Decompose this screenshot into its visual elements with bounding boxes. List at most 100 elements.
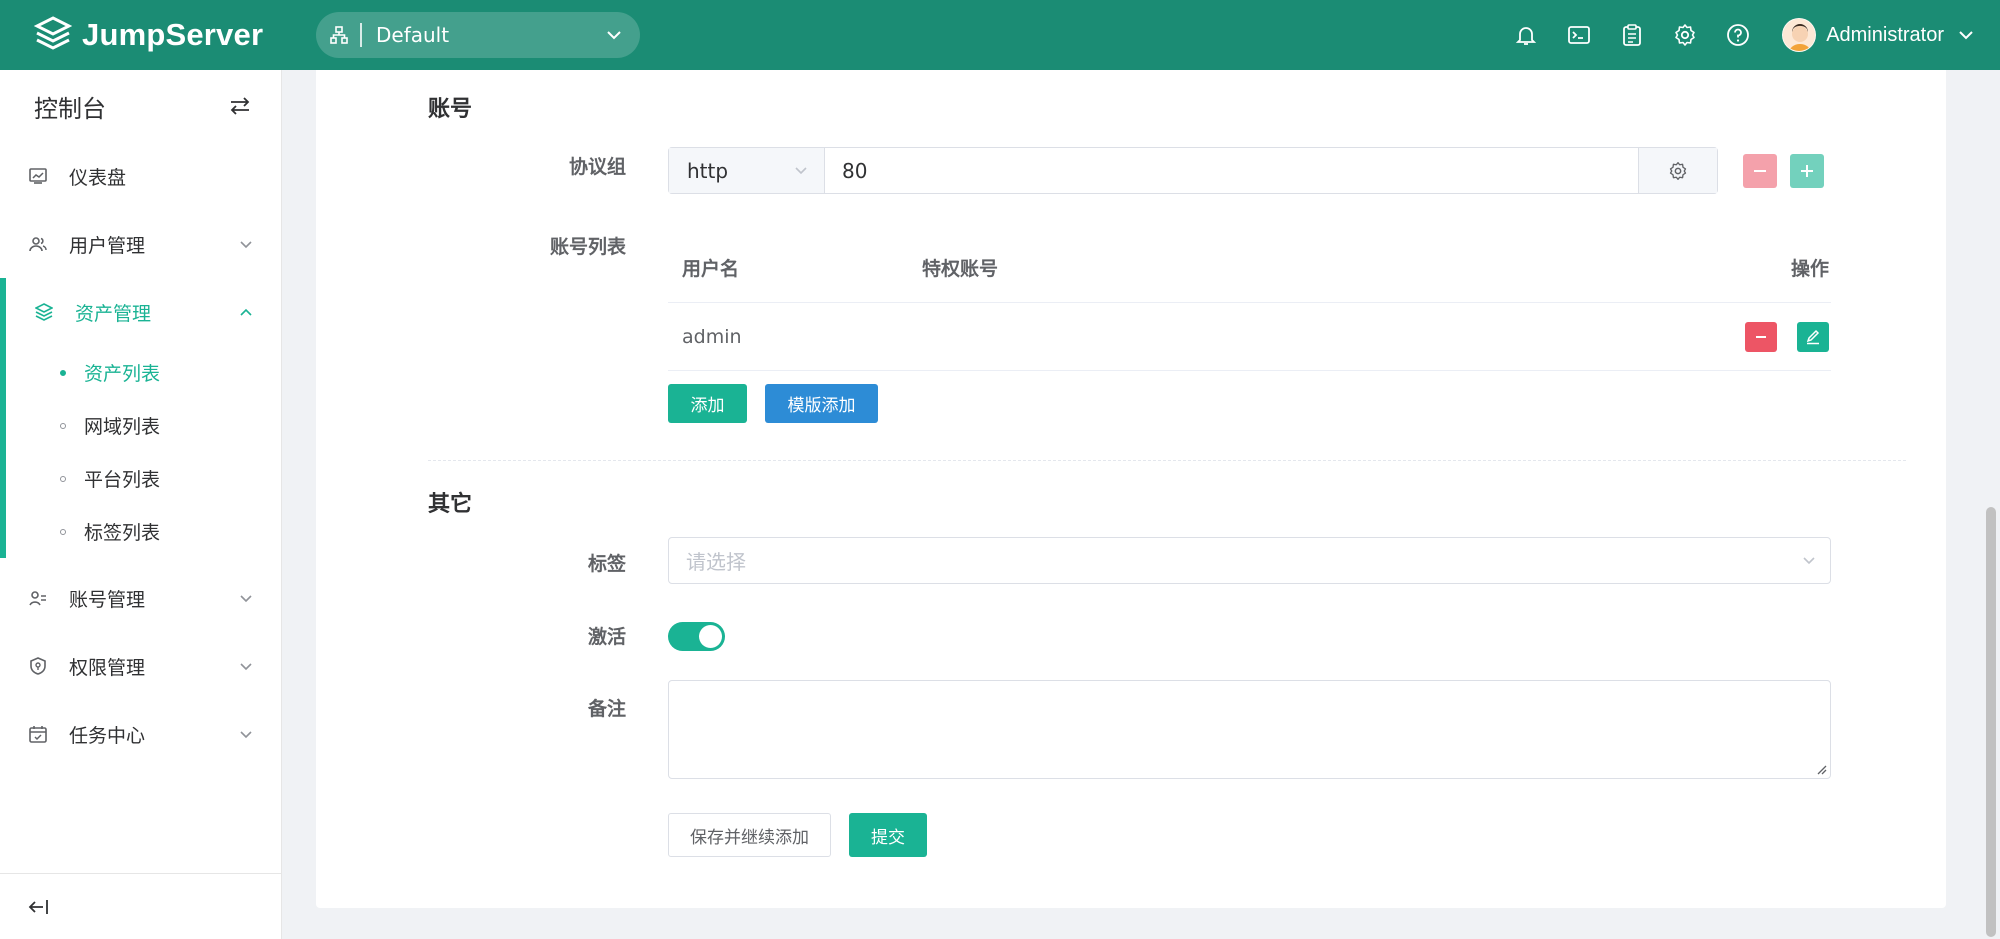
asset-form-card: 账号 协议组 http 80 账号列表 用户名 特权账号 操作 admin 添加…	[316, 70, 1946, 908]
minus-icon	[1754, 170, 1766, 172]
sidebar-item-label: 权限管理	[69, 656, 146, 679]
account-table: 用户名 特权账号 操作 admin	[668, 232, 1831, 371]
switch-view-icon[interactable]	[229, 96, 251, 116]
sidebar-subitem-platform-list[interactable]: 平台列表	[6, 452, 281, 505]
chevron-down-icon	[240, 240, 252, 248]
sidebar-item-dashboard[interactable]: 仪表盘	[0, 142, 281, 210]
account-list-label: 账号列表	[549, 236, 626, 258]
sidebar-item-label: 资产管理	[75, 302, 152, 325]
clipboard-icon	[1622, 24, 1641, 46]
plus-icon	[1801, 165, 1813, 177]
remove-protocol-button[interactable]	[1743, 154, 1777, 188]
gear-icon	[1669, 161, 1687, 180]
comment-label: 备注	[587, 698, 626, 720]
bell-icon	[1515, 27, 1536, 45]
row-actions	[1681, 321, 1831, 352]
top-header: JumpServer Default Administrator	[0, 0, 2000, 70]
users-icon	[28, 234, 48, 254]
sidebar-item-accounts[interactable]: 账号管理	[0, 564, 281, 632]
bullet-circle-icon	[60, 528, 66, 535]
edit-account-button[interactable]	[1797, 321, 1829, 352]
sidebar-subitem-label: 平台列表	[84, 469, 161, 491]
web-terminal-button[interactable]	[1552, 0, 1605, 70]
layers-icon	[34, 302, 54, 322]
org-separator	[360, 23, 362, 47]
avatar	[1782, 18, 1817, 52]
add-account-button[interactable]: 添加	[668, 384, 747, 423]
section-title-other: 其它	[428, 492, 473, 517]
sidebar-subitem-asset-list[interactable]: 资产列表	[6, 346, 281, 399]
sidebar-item-assets[interactable]: 资产管理	[6, 278, 281, 346]
protocol-value: http	[687, 158, 729, 183]
sidebar-item-label: 仪表盘	[69, 166, 127, 189]
template-add-button[interactable]: 模版添加	[765, 384, 878, 423]
collapse-left-icon	[28, 899, 48, 914]
console-header: 控制台	[0, 70, 281, 142]
chevron-up-icon	[240, 308, 252, 316]
tags-select[interactable]: 请选择	[668, 537, 1831, 584]
jumpserver-logo-icon	[34, 16, 72, 50]
scrollbar-thumb[interactable]	[1986, 507, 1996, 937]
user-name: Administrator	[1826, 23, 1944, 46]
console-title: 控制台	[34, 94, 106, 123]
column-header-actions: 操作	[1790, 257, 1829, 280]
active-label: 激活	[587, 626, 626, 648]
user-menu[interactable]: Administrator	[1782, 18, 1974, 52]
chevron-down-icon	[795, 167, 807, 175]
sidebar-item-tasks[interactable]: 任务中心	[0, 700, 281, 768]
sidebar: 控制台 仪表盘 用户管理 资产管理 资产列表 网域列表 平台列表 标签列表 账号…	[0, 70, 282, 939]
chevron-down-icon	[240, 662, 252, 670]
help-button[interactable]	[1711, 0, 1764, 70]
chevron-down-icon	[240, 730, 252, 738]
resize-handle-icon[interactable]	[1815, 763, 1827, 775]
save-and-continue-button[interactable]: 保存并继续添加	[668, 813, 831, 857]
organization-select[interactable]: Default	[316, 12, 640, 58]
section-title-account: 账号	[428, 97, 473, 122]
organization-icon	[330, 26, 348, 44]
tags-placeholder: 请选择	[686, 550, 746, 574]
active-toggle[interactable]	[668, 622, 725, 651]
settings-button[interactable]	[1658, 0, 1711, 70]
bullet-circle-icon	[60, 475, 66, 482]
toggle-knob	[699, 625, 722, 648]
organization-name: Default	[376, 23, 450, 47]
protocol-select[interactable]: http	[669, 148, 825, 193]
account-icon	[28, 588, 48, 608]
column-header-privileged: 特权账号	[922, 257, 999, 280]
tickets-button[interactable]	[1605, 0, 1658, 70]
submit-button[interactable]: 提交	[849, 813, 927, 857]
add-protocol-button[interactable]	[1790, 154, 1824, 188]
port-input[interactable]: 80	[825, 148, 1638, 193]
calendar-icon	[28, 724, 48, 744]
protocol-group: http 80	[668, 147, 1718, 194]
sidebar-item-permissions[interactable]: 权限管理	[0, 632, 281, 700]
tags-label: 标签	[587, 553, 626, 575]
sidebar-item-label: 账号管理	[69, 588, 146, 611]
sidebar-item-users[interactable]: 用户管理	[0, 210, 281, 278]
protocol-label: 协议组	[568, 156, 626, 178]
chevron-down-icon	[607, 31, 621, 40]
page-scrollbar[interactable]	[1982, 70, 2000, 939]
table-row: admin	[668, 303, 1831, 371]
logo[interactable]: JumpServer	[34, 16, 263, 54]
dashboard-icon	[28, 166, 48, 186]
port-value: 80	[842, 158, 868, 183]
terminal-icon	[1567, 26, 1590, 44]
sidebar-item-label: 任务中心	[69, 724, 146, 747]
collapse-sidebar-button[interactable]	[0, 873, 281, 939]
protocol-settings-button[interactable]	[1638, 148, 1717, 193]
account-username: admin	[682, 325, 742, 348]
gear-icon	[1674, 24, 1695, 46]
sidebar-subitem-label: 网域列表	[84, 416, 161, 438]
notifications-button[interactable]	[1499, 0, 1552, 70]
delete-account-button[interactable]	[1745, 321, 1777, 352]
chevron-down-icon	[1959, 31, 1973, 40]
sidebar-subitem-label-list[interactable]: 标签列表	[6, 505, 281, 558]
header-actions: Administrator	[1499, 0, 2000, 70]
shield-icon	[28, 656, 48, 676]
section-divider	[428, 460, 1906, 461]
brand-name: JumpServer	[82, 17, 264, 52]
sidebar-subitem-domain-list[interactable]: 网域列表	[6, 399, 281, 452]
comment-textarea[interactable]	[668, 680, 1831, 779]
sidebar-subitem-label: 标签列表	[84, 522, 161, 544]
